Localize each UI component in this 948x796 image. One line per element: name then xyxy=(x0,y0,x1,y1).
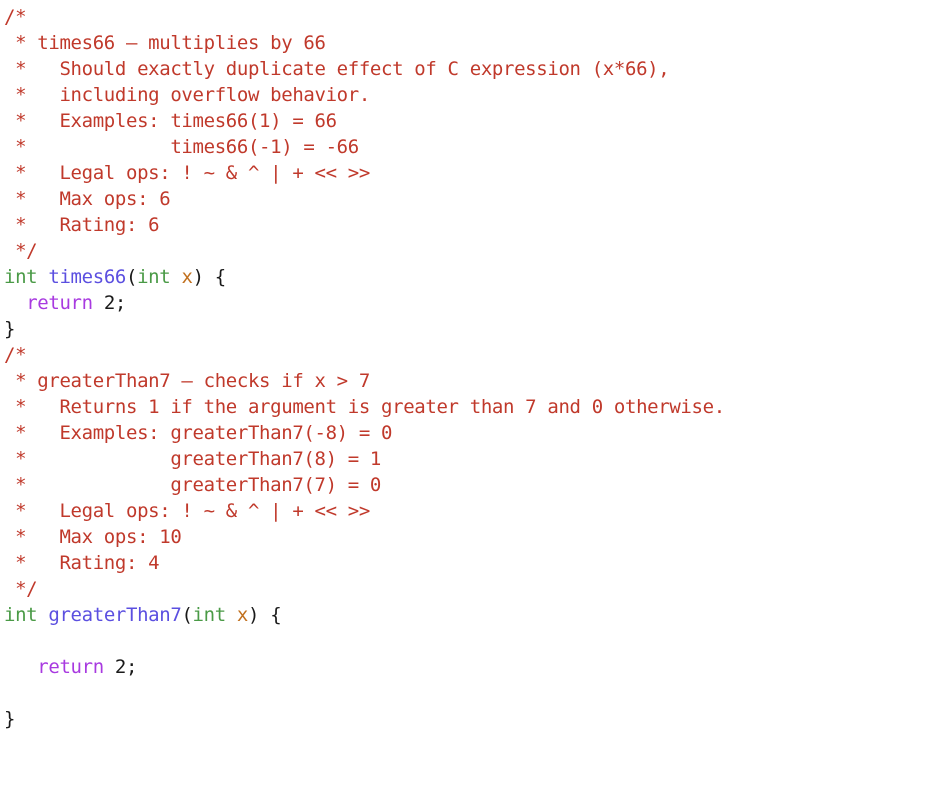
token-plain: 2; xyxy=(103,656,138,678)
token-comment: * Should exactly duplicate effect of C e… xyxy=(4,58,670,80)
code-line[interactable]: * Examples: times66(1) = 66 xyxy=(4,108,948,134)
code-line[interactable]: * Examples: greaterThan7(-8) = 0 xyxy=(4,420,948,446)
code-line[interactable]: * Legal ops: ! ~ & ^ | + << >> xyxy=(4,498,948,524)
token-plain: ) { xyxy=(192,266,227,288)
token-comment: * including overflow behavior. xyxy=(4,84,370,106)
token-comment: * Legal ops: ! ~ & ^ | + << >> xyxy=(4,162,370,184)
token-plain: 2; xyxy=(92,292,127,314)
code-line[interactable] xyxy=(4,628,948,654)
token-comment: * times66(-1) = -66 xyxy=(4,136,359,158)
code-line[interactable]: /* xyxy=(4,342,948,368)
code-line[interactable]: * greaterThan7(8) = 1 xyxy=(4,446,948,472)
token-comment: * times66 – multiplies by 66 xyxy=(4,32,326,54)
code-line[interactable]: /* xyxy=(4,4,948,30)
token-comment: * Rating: 4 xyxy=(4,552,160,574)
token-function: greaterThan7 xyxy=(48,604,182,626)
token-param: x xyxy=(181,266,193,288)
code-line[interactable]: int greaterThan7(int x) { xyxy=(4,602,948,628)
code-line-list: /* * times66 – multiplies by 66 * Should… xyxy=(4,4,948,732)
token-keyword: int xyxy=(137,266,171,288)
code-line[interactable]: * greaterThan7 – checks if x > 7 xyxy=(4,368,948,394)
token-comment: * Rating: 6 xyxy=(4,214,160,236)
code-line[interactable]: * Rating: 4 xyxy=(4,550,948,576)
token-param: x xyxy=(236,604,249,626)
code-editor-surface[interactable]: /* * times66 – multiplies by 66 * Should… xyxy=(0,0,948,796)
token-comment: /* xyxy=(4,6,27,28)
token-plain: } xyxy=(4,708,16,730)
token-plain: } xyxy=(4,318,16,340)
code-line[interactable]: * Rating: 6 xyxy=(4,212,948,238)
code-line[interactable]: * Returns 1 if the argument is greater t… xyxy=(4,394,948,420)
code-line[interactable]: } xyxy=(4,316,948,342)
token-control: return xyxy=(26,292,93,314)
code-line[interactable]: * Legal ops: ! ~ & ^ | + << >> xyxy=(4,160,948,186)
token-comment: * Max ops: 6 xyxy=(4,188,171,210)
token-function: times66 xyxy=(48,266,126,288)
token-keyword: int xyxy=(4,266,38,288)
token-keyword: int xyxy=(192,604,227,626)
code-line[interactable]: */ xyxy=(4,238,948,264)
token-comment: */ xyxy=(4,240,38,262)
token-plain: ( xyxy=(126,266,138,288)
token-comment: * greaterThan7 – checks if x > 7 xyxy=(4,370,370,392)
token-comment: * Max ops: 10 xyxy=(4,526,182,548)
code-line[interactable]: * Should exactly duplicate effect of C e… xyxy=(4,56,948,82)
token-comment: * greaterThan7(7) = 0 xyxy=(4,474,382,496)
code-line[interactable]: } xyxy=(4,706,948,732)
code-line[interactable]: * Max ops: 10 xyxy=(4,524,948,550)
code-line[interactable]: * times66(-1) = -66 xyxy=(4,134,948,160)
code-line[interactable]: * including overflow behavior. xyxy=(4,82,948,108)
code-line[interactable]: */ xyxy=(4,576,948,602)
code-line[interactable] xyxy=(4,680,948,706)
token-comment: * Examples: times66(1) = 66 xyxy=(4,110,337,132)
token-comment: * Examples: greaterThan7(-8) = 0 xyxy=(4,422,393,444)
token-comment: /* xyxy=(4,344,27,366)
token-comment: */ xyxy=(4,578,38,600)
token-comment: * Legal ops: ! ~ & ^ | + << >> xyxy=(4,500,370,522)
code-line[interactable]: * times66 – multiplies by 66 xyxy=(4,30,948,56)
token-plain: ) { xyxy=(248,604,282,626)
token-comment: * greaterThan7(8) = 1 xyxy=(4,448,382,470)
code-line[interactable]: return 2; xyxy=(4,654,948,680)
token-plain: ( xyxy=(181,604,193,626)
token-control: return xyxy=(37,656,104,678)
code-line[interactable]: return 2; xyxy=(4,290,948,316)
code-line[interactable]: * greaterThan7(7) = 0 xyxy=(4,472,948,498)
code-line[interactable]: int times66(int x) { xyxy=(4,264,948,290)
token-keyword: int xyxy=(4,604,38,626)
code-line[interactable]: * Max ops: 6 xyxy=(4,186,948,212)
token-comment: * Returns 1 if the argument is greater t… xyxy=(4,396,725,418)
